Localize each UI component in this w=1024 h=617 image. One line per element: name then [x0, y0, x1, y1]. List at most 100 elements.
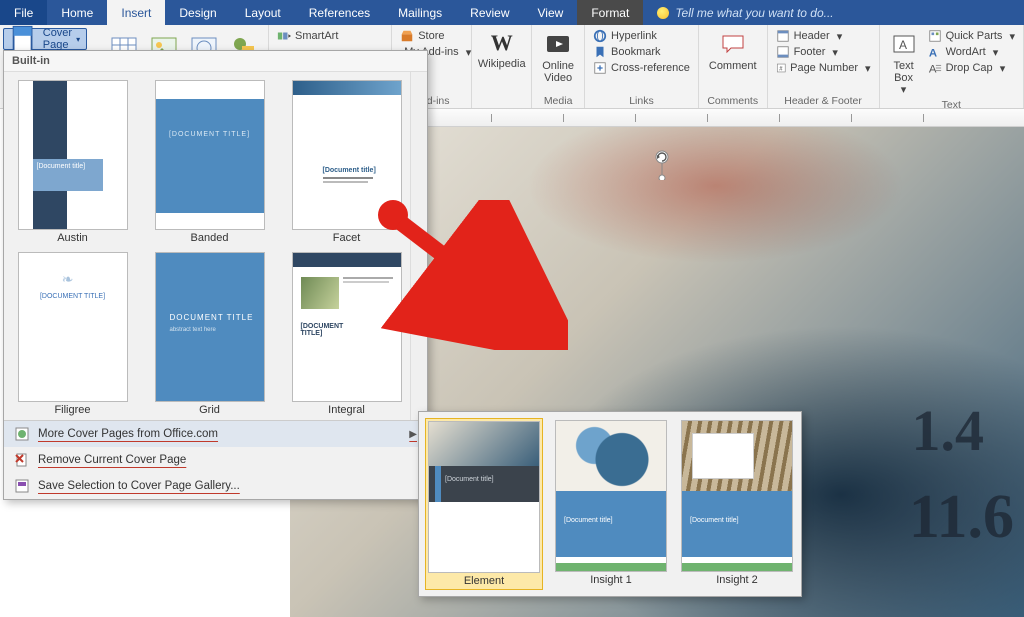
remove-cover-page-label: Remove Current Cover Page — [38, 454, 186, 466]
remove-icon — [14, 452, 30, 468]
page-number-label: Page Number — [790, 62, 858, 74]
more-cover-pages[interactable]: More Cover Pages from Office.com ▶ — [4, 421, 427, 447]
submenu-template-insight1[interactable]: [Document title] Insight 1 — [553, 418, 669, 590]
tab-mailings[interactable]: Mailings — [384, 0, 456, 25]
text-box-button[interactable]: A Text Box▾ — [886, 28, 922, 98]
tab-design[interactable]: Design — [165, 0, 230, 25]
online-video-button[interactable]: Online Video — [538, 28, 578, 86]
smartart-label: SmartArt — [295, 30, 338, 42]
comments-group-label: Comments — [705, 94, 761, 107]
cover-template-banded[interactable]: [DOCUMENT TITLE] Banded — [151, 80, 268, 244]
hf-group-label: Header & Footer — [774, 94, 873, 107]
submenu-label: Insight 2 — [716, 574, 758, 586]
svg-text:A: A — [928, 47, 936, 59]
office-icon — [14, 426, 30, 442]
tab-layout[interactable]: Layout — [231, 0, 295, 25]
comment-label: Comment — [709, 60, 757, 72]
horizontal-ruler[interactable] — [415, 109, 1024, 127]
rotation-handle-icon[interactable] — [652, 150, 672, 180]
wikipedia-icon: W — [491, 30, 513, 56]
tab-format[interactable]: Format — [577, 0, 643, 25]
bookmark-icon — [593, 45, 607, 59]
save-selection-gallery[interactable]: Save Selection to Cover Page Gallery... — [4, 473, 427, 499]
smartart-button[interactable]: SmartArt — [275, 28, 385, 44]
wordart-icon: A — [928, 45, 942, 59]
quick-parts-label: Quick Parts — [946, 30, 1003, 42]
quick-parts-icon — [928, 29, 942, 43]
bookmark-label: Bookmark — [611, 46, 661, 58]
cover-page-button[interactable]: Cover Page ▾ — [3, 28, 87, 50]
wikipedia-label: Wikipedia — [478, 58, 526, 70]
gallery-scrollbar[interactable] — [410, 72, 427, 420]
comment-icon — [719, 30, 747, 58]
gallery-section-header: Built-in — [4, 51, 427, 72]
canvas-number-b: 11.6 — [909, 482, 1014, 553]
svg-text:A: A — [928, 63, 936, 75]
crossref-label: Cross-reference — [611, 62, 690, 74]
smartart-icon — [277, 29, 291, 43]
footer-button[interactable]: Footer ▾ — [774, 44, 873, 60]
textbox-icon: A — [890, 30, 918, 58]
wordart-button[interactable]: A WordArt ▾ — [926, 44, 1017, 60]
submenu-template-element[interactable]: [Document title] Element — [425, 418, 543, 590]
header-label: Header — [794, 30, 830, 42]
cover-template-facet[interactable]: [Document title] Facet — [288, 80, 405, 244]
submenu-template-insight2[interactable]: [Document title] Insight 2 — [679, 418, 795, 590]
cover-page-gallery: Built-in [Document title] Austin [DOCUME… — [3, 50, 428, 500]
tab-insert[interactable]: Insert — [107, 0, 165, 25]
submenu-label: Element — [464, 575, 504, 587]
header-icon — [776, 29, 790, 43]
template-label: Integral — [328, 404, 365, 416]
drop-cap-button[interactable]: A Drop Cap ▾ — [926, 60, 1017, 76]
tell-me-search[interactable]: Tell me what you want to do... — [643, 0, 1024, 25]
cover-template-austin[interactable]: [Document title] Austin — [14, 80, 131, 244]
lightbulb-icon — [657, 7, 669, 19]
submenu-arrow-icon: ▶ — [409, 429, 417, 440]
media-group-label: Media — [538, 94, 578, 107]
submenu-label: Insight 1 — [590, 574, 632, 586]
cover-template-filigree[interactable]: [DOCUMENT TITLE] ❧ Filigree — [14, 252, 131, 416]
textbox-label: Text Box▾ — [890, 60, 918, 96]
store-label: Store — [418, 30, 444, 42]
template-label: Filigree — [54, 404, 90, 416]
online-video-label: Online Video — [542, 60, 574, 84]
template-label: Facet — [333, 232, 361, 244]
tab-file[interactable]: File — [0, 0, 47, 25]
template-label: Grid — [199, 404, 220, 416]
dropcap-label: Drop Cap — [946, 62, 993, 74]
tab-view[interactable]: View — [524, 0, 578, 25]
footer-icon — [776, 45, 790, 59]
page-number-button[interactable]: # Page Number ▾ — [774, 60, 873, 76]
dropcap-icon: A — [928, 61, 942, 75]
tab-review[interactable]: Review — [456, 0, 523, 25]
canvas-number-a: 1.4 — [912, 397, 985, 464]
cover-page-label: Cover Page — [43, 27, 72, 51]
remove-cover-page[interactable]: Remove Current Cover Page — [4, 447, 427, 473]
template-label: Banded — [191, 232, 229, 244]
header-button[interactable]: Header ▾ — [774, 28, 873, 44]
save-gallery-icon — [14, 478, 30, 494]
store-icon — [400, 29, 414, 43]
crossref-icon — [593, 61, 607, 75]
comment-button[interactable]: Comment — [705, 28, 761, 74]
wikipedia-button[interactable]: W Wikipedia — [478, 28, 525, 72]
links-group-label: Links — [591, 94, 692, 107]
cover-page-submenu: [Document title] Element [Document title… — [418, 411, 802, 597]
store-button[interactable]: Store — [398, 28, 465, 44]
hyperlink-icon — [593, 29, 607, 43]
template-label: Austin — [57, 232, 88, 244]
hyperlink-button[interactable]: Hyperlink — [591, 28, 692, 44]
dropdown-arrow-icon: ▾ — [76, 35, 80, 44]
cover-template-grid[interactable]: DOCUMENT TITLE abstract text here Grid — [151, 252, 268, 416]
quick-parts-button[interactable]: Quick Parts ▾ — [926, 28, 1017, 44]
wordart-label: WordArt — [946, 46, 986, 58]
cover-template-integral[interactable]: [DOCUMENTTITLE] Integral — [288, 252, 405, 416]
tab-references[interactable]: References — [295, 0, 384, 25]
tell-me-placeholder: Tell me what you want to do... — [675, 6, 833, 20]
svg-text:A: A — [899, 38, 907, 52]
bookmark-button[interactable]: Bookmark — [591, 44, 692, 60]
page-number-icon: # — [776, 61, 787, 75]
cross-reference-button[interactable]: Cross-reference — [591, 60, 692, 76]
tab-home[interactable]: Home — [47, 0, 107, 25]
footer-label: Footer — [794, 46, 826, 58]
